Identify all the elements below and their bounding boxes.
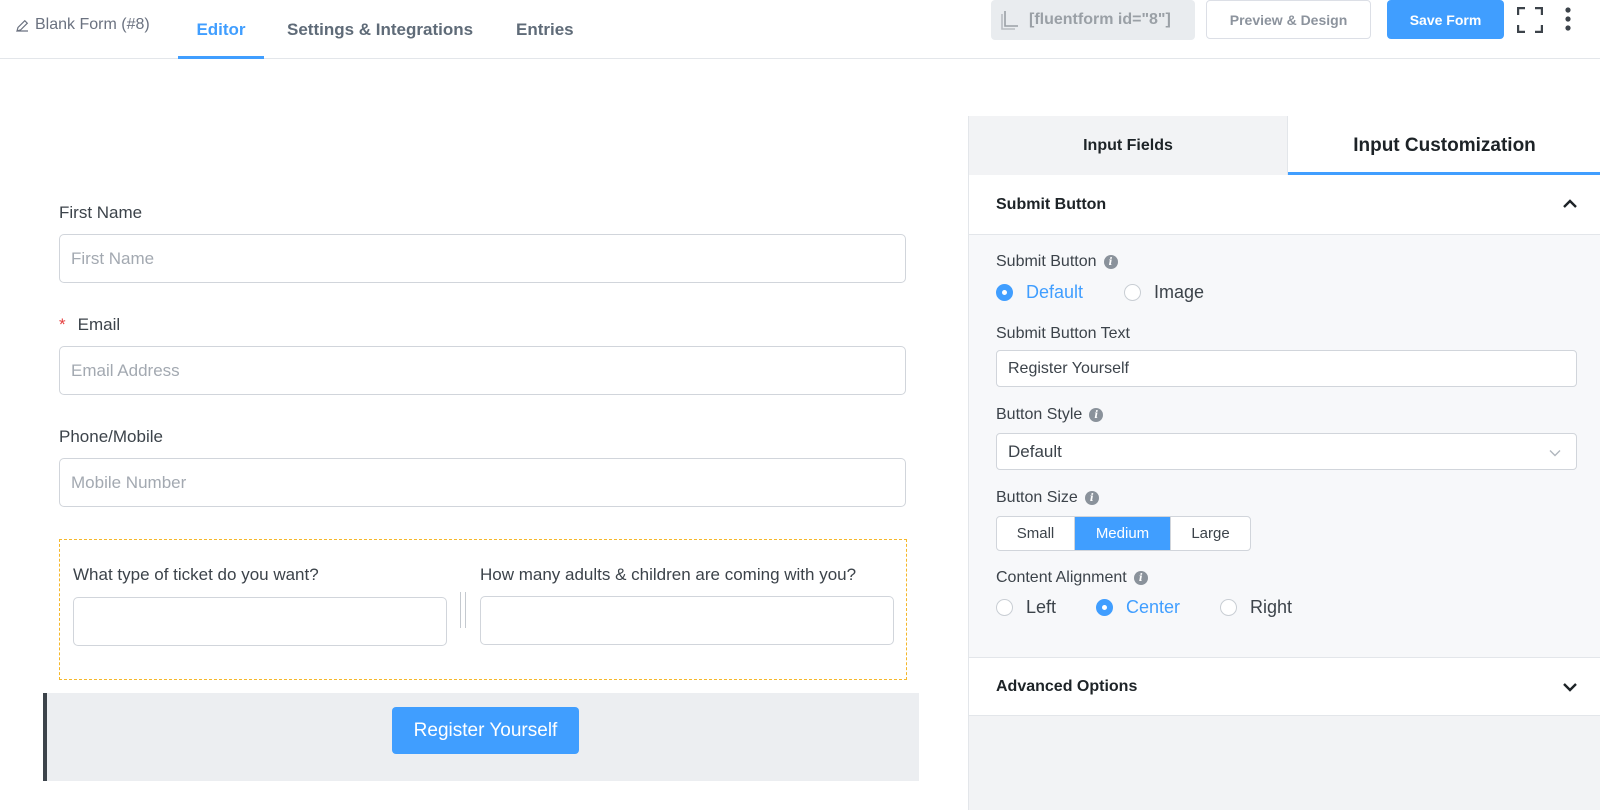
submit-button-type-label: Submit Button i [996, 253, 1118, 271]
fullscreen-icon[interactable] [1517, 7, 1543, 33]
chevron-down-icon [1549, 450, 1561, 457]
phone-input[interactable]: Mobile Number [59, 458, 906, 507]
button-style-value: Default [1008, 441, 1062, 461]
tab-editor[interactable]: Editor [178, 0, 264, 59]
attendees-input[interactable] [480, 596, 894, 645]
first-name-label: First Name [59, 203, 143, 222]
form-title[interactable]: Blank Form (#8) [16, 14, 150, 36]
more-vertical-icon[interactable] [1560, 6, 1576, 34]
radio-dot [996, 599, 1013, 616]
radio-image[interactable]: Image [1124, 282, 1204, 303]
button-size-text: Button Size [996, 489, 1078, 506]
radio-align-right[interactable]: Right [1220, 597, 1292, 618]
chevron-down-icon [1563, 683, 1577, 692]
radio-default-label: Default [1026, 282, 1084, 302]
info-icon[interactable]: i [1089, 408, 1104, 422]
shortcode-text: [fluentform id="8"] [1029, 11, 1171, 28]
advanced-options-section-header[interactable]: Advanced Options [969, 657, 1600, 716]
advanced-options-title: Advanced Options [996, 677, 1138, 695]
tab-entries[interactable]: Entries [516, 0, 574, 59]
tab-settings-label: Settings & Integrations [287, 19, 474, 39]
radio-dot [1124, 284, 1141, 301]
radio-align-left-label: Left [1026, 597, 1057, 617]
radio-dot [1096, 599, 1113, 616]
tab-active-indicator [178, 56, 264, 59]
tab-entries-label: Entries [516, 19, 574, 39]
button-style-select[interactable]: Default [996, 433, 1577, 470]
tab-editor-label: Editor [196, 19, 246, 39]
radio-align-center-label: Center [1126, 597, 1181, 617]
size-large-button[interactable]: Large [1171, 517, 1250, 550]
ticket-type-input[interactable] [73, 597, 447, 646]
info-icon[interactable]: i [1084, 491, 1099, 505]
shortcode-copy[interactable]: [fluentform id="8"] [991, 0, 1195, 40]
preview-design-button[interactable]: Preview & Design [1206, 0, 1371, 39]
button-style-label: Button Style i [996, 406, 1104, 424]
settings-panel: Input Fields Input Customization Submit … [968, 116, 1600, 810]
radio-default[interactable]: Default [996, 282, 1083, 303]
copy-icon [1001, 11, 1018, 30]
chevron-up-icon [1563, 199, 1577, 208]
save-form-button[interactable]: Save Form [1387, 0, 1504, 39]
column-resize-handle[interactable] [460, 592, 466, 628]
button-size-group: Small Medium Large [996, 516, 1251, 551]
submit-button-area[interactable]: Register Yourself [43, 693, 919, 781]
attendees-label: How many adults & children are coming wi… [480, 565, 857, 584]
tab-input-customization[interactable]: Input Customization [1287, 116, 1600, 175]
email-label-text: Email [77, 315, 121, 334]
button-style-text: Button Style [996, 406, 1083, 423]
ticket-type-label: What type of ticket do you want? [73, 565, 319, 584]
pencil-icon [16, 19, 29, 32]
info-icon[interactable]: i [1133, 571, 1148, 585]
info-icon[interactable]: i [1103, 255, 1118, 269]
radio-align-left[interactable]: Left [996, 597, 1056, 618]
form-title-text: Blank Form (#8) [35, 16, 150, 33]
top-bar: Blank Form (#8) Editor Settings & Integr… [0, 0, 1600, 59]
radio-dot [1220, 599, 1237, 616]
required-mark: * [59, 315, 66, 334]
submit-button-section-body: Submit Button i Default Image Submit Butt… [969, 234, 1600, 657]
submit-button-type-text: Submit Button [996, 253, 1097, 270]
submit-button-section-header[interactable]: Submit Button [969, 175, 1600, 234]
phone-label: Phone/Mobile [59, 427, 163, 446]
button-size-label: Button Size i [996, 489, 1099, 507]
size-small-button[interactable]: Small [997, 517, 1075, 550]
submit-button-text-input[interactable]: Register Yourself [996, 350, 1577, 387]
submit-section-title: Submit Button [996, 195, 1107, 213]
submit-button-text-label: Submit Button Text [996, 325, 1130, 342]
register-yourself-button[interactable]: Register Yourself [392, 707, 579, 754]
tab-input-fields[interactable]: Input Fields [969, 116, 1287, 175]
email-label: * Email [59, 315, 120, 335]
two-column-container[interactable]: What type of ticket do you want? How man… [59, 539, 907, 680]
first-name-input[interactable]: First Name [59, 234, 906, 283]
radio-dot [996, 284, 1013, 301]
radio-image-label: Image [1154, 282, 1205, 302]
tab-input-customization-label: Input Customization [1353, 134, 1536, 156]
content-alignment-label: Content Alignment i [996, 569, 1148, 587]
size-medium-button[interactable]: Medium [1075, 517, 1171, 550]
content-alignment-text: Content Alignment [996, 569, 1127, 586]
radio-align-right-label: Right [1250, 597, 1293, 617]
panel-tabs: Input Fields Input Customization [969, 116, 1600, 175]
radio-align-center[interactable]: Center [1096, 597, 1180, 618]
tab-settings-integrations[interactable]: Settings & Integrations [287, 0, 473, 59]
email-input[interactable]: Email Address [59, 346, 906, 395]
